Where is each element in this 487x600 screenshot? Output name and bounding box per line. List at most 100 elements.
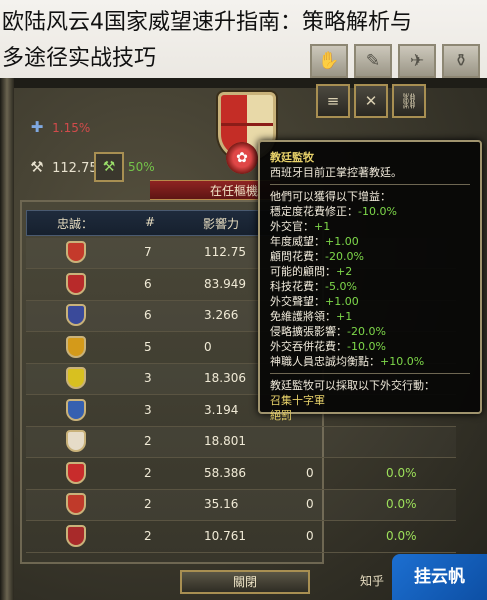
- power-stat: ⚒ 112.75: [26, 156, 98, 178]
- header-influence: 影響力: [203, 217, 240, 231]
- tooltip-modifier: 穩定度花費修正：-10.0%: [270, 204, 470, 219]
- power-pct: 50%: [128, 160, 155, 174]
- tooltip-actions-header: 教廷監牧可以採取以下外交行動：: [270, 379, 435, 392]
- modifier-label: 穩定度花費修正：: [270, 205, 358, 218]
- tooltip-action-list: 召集十字軍 絕罰: [270, 393, 470, 423]
- row-influence: 18.306: [204, 371, 246, 385]
- modifier-value: -10.0%: [347, 340, 386, 353]
- modifier-value: +2: [336, 265, 353, 278]
- row-extra: 0: [306, 465, 314, 480]
- table-row[interactable]: 2 35.16 0 0.0%: [26, 490, 456, 521]
- tooltip-gains-header: 他們可以獲得以下增益：: [270, 190, 391, 203]
- row-influence: 58.386: [204, 465, 246, 480]
- tooltip-title: 教廷監牧: [270, 151, 314, 164]
- modifier-label: 外交吞併花費：: [270, 340, 347, 353]
- chain-icon[interactable]: ⛓: [392, 84, 426, 118]
- row-count: 3: [144, 371, 152, 385]
- row-pct: 0.0%: [386, 497, 417, 511]
- top-toolbar: ✋ ✎ ✈ ⚱: [310, 44, 480, 78]
- modifier-label: 科技花費：: [270, 280, 325, 293]
- modifier-value: +1: [336, 310, 353, 323]
- row-count: 6: [144, 276, 152, 291]
- tooltip-modifier: 顧問花費：-20.0%: [270, 249, 470, 264]
- modifier-value: +1.00: [325, 295, 359, 308]
- row-count: 2: [144, 528, 152, 543]
- modifier-value: +1: [314, 220, 331, 233]
- table-row[interactable]: 2 10.761 0 0.0%: [26, 522, 456, 553]
- row-influence: 112.75: [204, 245, 246, 259]
- bird-icon[interactable]: ✈: [398, 44, 436, 78]
- tooltip-modifier: 可能的顧問：+2: [270, 264, 470, 279]
- hand-icon[interactable]: ✋: [310, 44, 348, 78]
- prestige-pct: 1.15%: [52, 121, 91, 135]
- tooltip-modifier: 科技花費：-5.0%: [270, 279, 470, 294]
- row-influence: 10.761: [204, 528, 246, 543]
- row-influence: 3.266: [204, 308, 239, 322]
- tooltip-modifier-list: 穩定度花費修正：-10.0% 外交官：+1 年度威望：+1.00 顧問花費：-20.0…: [270, 204, 470, 369]
- money-icon[interactable]: ≡: [316, 84, 350, 118]
- modifier-label: 外交聲望：: [270, 295, 325, 308]
- nation-shield-icon: [66, 524, 86, 547]
- action-icons: ≡ ✕ ⛓: [316, 84, 426, 118]
- headline-line-2: 多途径实战技巧: [2, 46, 157, 71]
- row-extra: 0: [306, 497, 314, 511]
- nation-shield-icon: [66, 493, 86, 515]
- table-row[interactable]: 2 58.386 0 0.0%: [26, 459, 456, 490]
- modifier-value: -20.0%: [325, 250, 364, 263]
- table-row[interactable]: 2 18.801: [26, 427, 456, 458]
- row-count: 5: [144, 339, 152, 354]
- tooltip-divider: [270, 373, 470, 374]
- tooltip-modifier: 免維護將領：+1: [270, 309, 470, 324]
- row-influence: 35.16: [204, 497, 239, 511]
- scroll-icon[interactable]: ✎: [354, 44, 392, 78]
- modifier-label: 年度威望：: [270, 235, 325, 248]
- tooltip-action: 召集十字軍: [270, 394, 325, 407]
- tooltip-modifier: 外交吞併花費：-10.0%: [270, 339, 470, 354]
- row-count: 3: [144, 402, 152, 417]
- nation-shield-icon: [66, 304, 86, 326]
- modifier-label: 可能的顧問：: [270, 265, 336, 278]
- tooltip-modifier: 外交聲望：+1.00: [270, 294, 470, 309]
- cauldron-icon[interactable]: ⚱: [442, 44, 480, 78]
- tooltip-modifier: 神職人員忠誠均衡點：+10.0%: [270, 354, 470, 369]
- prestige-stat: ✚ 1.15%: [26, 116, 91, 138]
- rose-icon[interactable]: ✿: [226, 142, 258, 174]
- close-button[interactable]: 關閉: [180, 570, 310, 594]
- row-count: 7: [144, 245, 152, 259]
- bottom-label: 知乎: [360, 574, 385, 588]
- row-count: 2: [144, 465, 152, 480]
- header-loyalty: 忠誠：: [57, 217, 94, 231]
- modifier-value: -20.0%: [347, 325, 386, 338]
- tooltip-subtitle: 西班牙目前正掌控著教廷。: [270, 166, 402, 179]
- modifier-label: 神職人員忠誠均衡點：: [270, 355, 380, 368]
- crossed-swords-icon[interactable]: ✕: [354, 84, 388, 118]
- row-pct: 0.0%: [386, 465, 417, 480]
- tooltip-modifier: 年度威望：+1.00: [270, 234, 470, 249]
- header-count: #: [145, 215, 156, 229]
- modifier-label: 顧問花費：: [270, 250, 325, 263]
- power-pct-stat: 50%: [128, 160, 155, 175]
- modifier-value: +1.00: [325, 235, 359, 248]
- row-count: 6: [144, 308, 152, 322]
- row-pct: 0.0%: [386, 528, 417, 543]
- row-extra: 0: [306, 528, 314, 543]
- headline-line-1: 欧陆风云4国家威望速升指南：策略解析与: [2, 10, 412, 35]
- row-influence: 3.194: [204, 402, 239, 417]
- row-influence: 18.801: [204, 434, 246, 448]
- add-power-button[interactable]: ⚒: [94, 152, 124, 182]
- nation-shield-icon: [66, 367, 86, 389]
- modifier-label: 外交官：: [270, 220, 314, 233]
- modifier-label: 免維護將領：: [270, 310, 336, 323]
- tooltip-divider: [270, 184, 470, 185]
- nation-shield-icon: [66, 241, 86, 263]
- curia-controller-tooltip: 教廷監牧 西班牙目前正掌控著教廷。 他們可以獲得以下增益： 穩定度花費修正：-1…: [258, 140, 482, 422]
- papal-cross-icon: ✚: [30, 118, 44, 136]
- nation-shield-icon: [66, 430, 86, 452]
- row-influence: 0: [204, 339, 212, 354]
- tooltip-modifier: 侵略擴張影響：-20.0%: [270, 324, 470, 339]
- tooltip-action: 絕罰: [270, 409, 292, 422]
- power-value: 112.75: [52, 161, 98, 176]
- row-count: 2: [144, 434, 152, 448]
- window-frame-left: [0, 78, 14, 600]
- nation-shield-icon: [66, 398, 86, 421]
